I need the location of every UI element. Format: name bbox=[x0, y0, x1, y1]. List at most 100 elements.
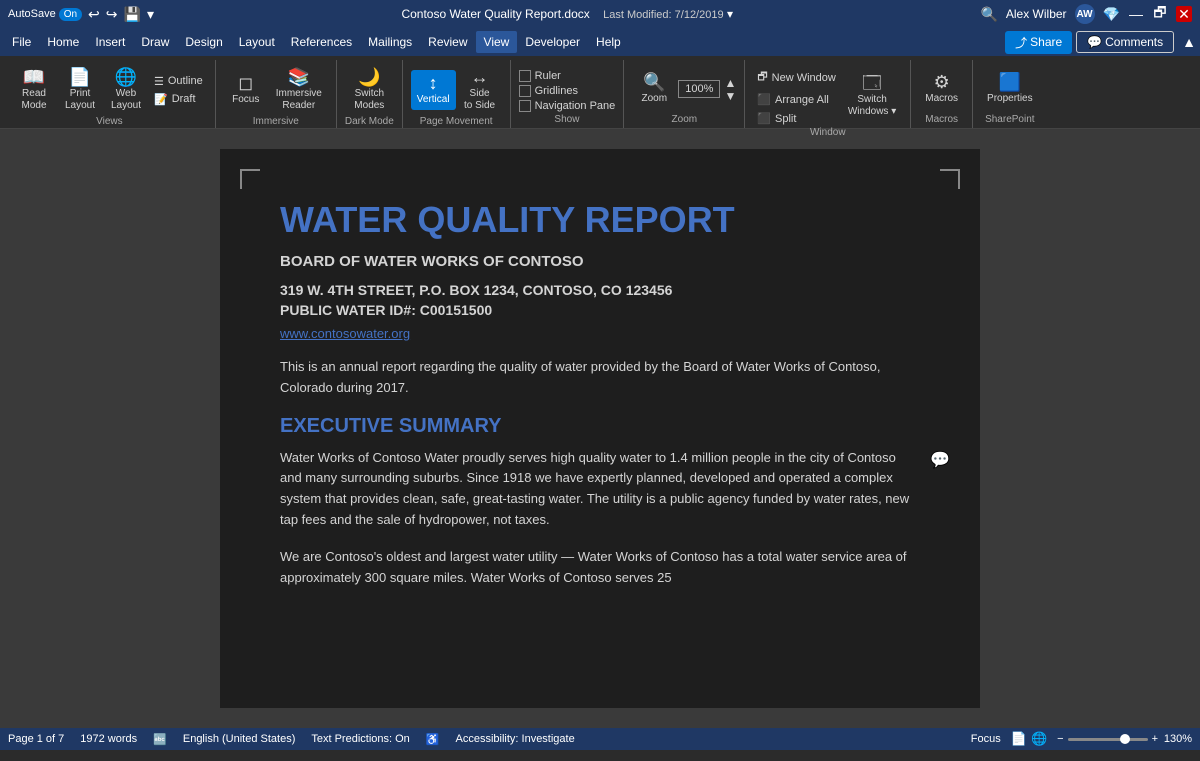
minimize-btn[interactable]: — bbox=[1128, 6, 1144, 22]
immersive-reader-button[interactable]: 📚 ImmersiveReader bbox=[270, 64, 328, 116]
menu-item-file[interactable]: File bbox=[4, 31, 39, 53]
switch-modes-button[interactable]: 🌙 SwitchModes bbox=[347, 64, 391, 116]
more-tools-icon[interactable]: ▾ bbox=[147, 6, 154, 23]
menu-item-layout[interactable]: Layout bbox=[231, 31, 283, 53]
menu-item-review[interactable]: Review bbox=[420, 31, 475, 53]
view-mode-icons: 📄 🌐 bbox=[1011, 731, 1047, 747]
switch-windows-button[interactable]: 🗔 SwitchWindows ▾ bbox=[842, 70, 902, 122]
side-to-side-icon: ↔ bbox=[471, 68, 489, 86]
macros-button[interactable]: ⚙ Macros bbox=[919, 69, 964, 109]
switch-windows-icon: 🗔 bbox=[862, 74, 882, 92]
status-bar: Page 1 of 7 1972 words 🔤 English (United… bbox=[0, 728, 1200, 750]
accessibility-icon: ♿ bbox=[426, 733, 440, 746]
menu-item-draw[interactable]: Draw bbox=[133, 31, 177, 53]
exec-summary-p1: Water Works of Contoso Water proudly ser… bbox=[280, 448, 920, 531]
menu-item-references[interactable]: References bbox=[283, 31, 360, 53]
user-avatar: AW bbox=[1075, 4, 1095, 24]
comment-bubble-icon[interactable]: 💬 bbox=[930, 448, 950, 474]
web-layout-button[interactable]: 🌐 WebLayout bbox=[104, 64, 148, 116]
menu-item-design[interactable]: Design bbox=[177, 31, 230, 53]
page-movement-label: Page Movement bbox=[420, 116, 493, 130]
side-to-side-button[interactable]: ↔ Sideto Side bbox=[458, 64, 502, 116]
zoom-slider[interactable]: − + 130% bbox=[1057, 733, 1192, 745]
zoom-slider-track[interactable] bbox=[1068, 738, 1148, 741]
ribbon-collapse-icon[interactable]: ▲ bbox=[1182, 34, 1196, 50]
zoom-in-btn[interactable]: + bbox=[1152, 733, 1158, 745]
page-corner-top-right bbox=[940, 169, 960, 189]
new-window-icon: 🗗 bbox=[757, 68, 767, 87]
save-icon[interactable]: 💾 bbox=[124, 6, 141, 23]
split-icon: ⬛ bbox=[757, 112, 771, 125]
undo-icon[interactable]: ↩ bbox=[88, 6, 100, 23]
document-subtitle: BOARD OF WATER WORKS OF CONTOSO bbox=[280, 253, 920, 270]
read-mode-button[interactable]: 📖 ReadMode bbox=[12, 64, 56, 116]
dark-mode-group: 🌙 SwitchModes Dark Mode bbox=[337, 60, 403, 128]
accessibility-label[interactable]: Accessibility: Investigate bbox=[456, 733, 575, 745]
web-view-icon[interactable]: 🌐 bbox=[1031, 731, 1047, 747]
title-bar-right: 🔍 Alex Wilber AW 💎 — 🗗 ✕ bbox=[980, 4, 1192, 24]
title-bar-center: Contoso Water Quality Report.docx Last M… bbox=[154, 7, 980, 21]
zoom-button[interactable]: 🔍 Zoom bbox=[632, 69, 676, 109]
zoom-value-box[interactable]: 100% bbox=[678, 80, 720, 98]
draft-button[interactable]: 📝 Draft bbox=[150, 91, 207, 108]
status-right: Focus 📄 🌐 − + 130% bbox=[971, 731, 1192, 747]
immersive-label: Immersive bbox=[253, 116, 299, 130]
filename: Contoso Water Quality Report.docx bbox=[401, 7, 589, 21]
comments-icon: 💬 bbox=[1087, 35, 1102, 49]
document-page: WATER QUALITY REPORT BOARD OF WATER WORK… bbox=[220, 149, 980, 708]
menu-item-view[interactable]: View bbox=[476, 31, 518, 53]
sharepoint-group: 🟦 Properties SharePoint bbox=[973, 60, 1047, 128]
language[interactable]: English (United States) bbox=[183, 733, 296, 745]
comments-button[interactable]: 💬 Comments bbox=[1076, 31, 1174, 53]
print-view-icon[interactable]: 📄 bbox=[1011, 731, 1027, 747]
properties-button[interactable]: 🟦 Properties bbox=[981, 69, 1039, 109]
zoom-out-btn[interactable]: − bbox=[1057, 733, 1063, 745]
autosave-state[interactable]: On bbox=[59, 8, 82, 21]
restore-btn[interactable]: 🗗 bbox=[1152, 6, 1168, 22]
arrange-all-button[interactable]: ⬛ Arrange All bbox=[753, 91, 840, 108]
split-button[interactable]: ⬛ Split bbox=[753, 110, 840, 127]
outline-icon: ☰ bbox=[154, 75, 164, 88]
navigation-pane-checkbox[interactable]: Navigation Pane bbox=[519, 100, 616, 112]
zoom-out-icon[interactable]: ▼ bbox=[724, 90, 736, 102]
print-layout-button[interactable]: 📄 PrintLayout bbox=[58, 64, 102, 116]
zoom-slider-thumb bbox=[1120, 734, 1130, 744]
text-predictions: Text Predictions: On bbox=[311, 733, 409, 745]
read-mode-icon: 📖 bbox=[23, 68, 45, 86]
page-corner-top-left bbox=[240, 169, 260, 189]
vertical-icon: ↕ bbox=[429, 74, 438, 92]
new-window-button[interactable]: 🗗 New Window bbox=[753, 66, 840, 89]
autosave-toggle[interactable]: AutoSave On bbox=[8, 8, 82, 21]
menu-item-help[interactable]: Help bbox=[588, 31, 629, 53]
views-label: Views bbox=[96, 116, 123, 130]
share-button[interactable]: ⤴ Share bbox=[1005, 31, 1072, 54]
ruler-checkbox[interactable]: Ruler bbox=[519, 70, 616, 82]
views-group: 📖 ReadMode 📄 PrintLayout 🌐 WebLayout ☰ O… bbox=[4, 60, 216, 128]
zoom-percent[interactable]: 130% bbox=[1162, 733, 1192, 745]
search-icon[interactable]: 🔍 bbox=[980, 6, 997, 23]
web-layout-icon: 🌐 bbox=[115, 68, 137, 86]
zoom-in-icon[interactable]: ▲ bbox=[724, 77, 736, 89]
print-layout-icon: 📄 bbox=[69, 68, 91, 86]
sharepoint-label: SharePoint bbox=[985, 114, 1034, 128]
vertical-button[interactable]: ↕ Vertical bbox=[411, 70, 456, 110]
premium-icon: 💎 bbox=[1103, 6, 1120, 23]
focus-button[interactable]: Focus bbox=[971, 733, 1001, 745]
menu-item-insert[interactable]: Insert bbox=[87, 31, 133, 53]
document-website[interactable]: www.contosowater.org bbox=[280, 326, 920, 341]
exec-summary-title: EXECUTIVE SUMMARY bbox=[280, 415, 920, 438]
modified-dropdown-icon[interactable]: ▾ bbox=[727, 7, 733, 21]
title-bar-left: AutoSave On ↩ ↪ 💾 ▾ bbox=[8, 6, 154, 23]
track-changes-icon[interactable]: 🔤 bbox=[153, 733, 167, 746]
properties-icon: 🟦 bbox=[999, 73, 1021, 91]
modified-label: Last Modified: 7/12/2019 bbox=[603, 9, 723, 21]
menu-item-home[interactable]: Home bbox=[39, 31, 87, 53]
redo-icon[interactable]: ↪ bbox=[106, 6, 118, 23]
gridlines-checkbox[interactable]: Gridlines bbox=[519, 85, 616, 97]
outline-button[interactable]: ☰ Outline bbox=[150, 73, 207, 90]
macros-icon: ⚙ bbox=[934, 73, 950, 91]
menu-item-developer[interactable]: Developer bbox=[517, 31, 588, 53]
menu-item-mailings[interactable]: Mailings bbox=[360, 31, 420, 53]
focus-button[interactable]: ◻ Focus bbox=[224, 70, 268, 110]
close-btn[interactable]: ✕ bbox=[1176, 6, 1192, 22]
